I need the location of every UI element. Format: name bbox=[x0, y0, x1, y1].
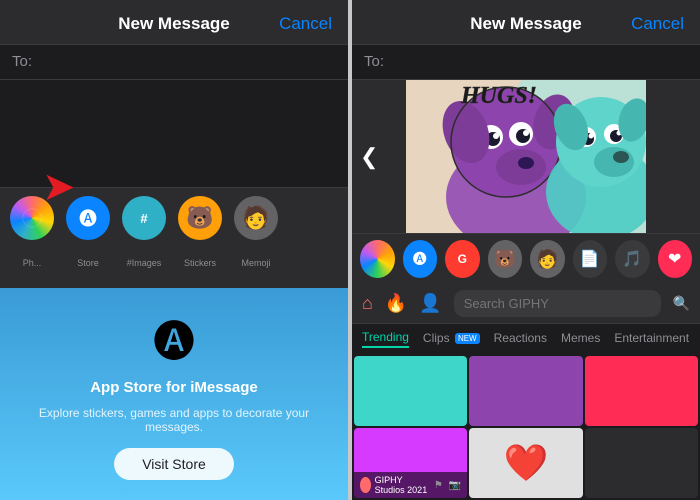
heart-symbol: ❤ bbox=[668, 249, 681, 269]
left-cancel-button[interactable]: Cancel bbox=[279, 14, 332, 34]
giphy-panel: ⌂ 🔥 👤 🔍 Trending Clips NEW Reactions Mem… bbox=[352, 284, 700, 500]
file-icon-right[interactable]: 📄 bbox=[573, 240, 608, 278]
giphy-nav: ⌂ 🔥 👤 🔍 bbox=[352, 284, 700, 324]
giphy-studio-label: GIPHY Studios 2021 ⚑ 📷 bbox=[354, 472, 467, 498]
to-label-right: To: bbox=[364, 53, 384, 70]
stickers-symbol-right: 🐻 bbox=[494, 249, 516, 270]
heart-3d-icon: ❤️ bbox=[504, 442, 549, 484]
store-icon-right[interactable]: 🅐 bbox=[403, 240, 438, 278]
app-icon-memoji-wrapper: 🧑 Memoji bbox=[234, 196, 278, 268]
to-field-right[interactable]: To: bbox=[352, 45, 700, 80]
home-icon[interactable]: ⌂ bbox=[362, 293, 373, 314]
app-icon-images-wrapper: # #Images bbox=[122, 196, 166, 268]
store-label: Store bbox=[77, 258, 99, 268]
memoji-symbol-right: 🧑 bbox=[536, 249, 558, 270]
stickers-icon-button[interactable]: 🐻 bbox=[178, 196, 222, 240]
gif-grid: GIPHY Studios 2021 ⚑ 📷 ❤️ bbox=[352, 354, 700, 500]
giphy-search-input[interactable] bbox=[464, 296, 651, 311]
photos-label: Ph... bbox=[23, 258, 42, 268]
trending-icon[interactable]: 🔥 bbox=[385, 293, 407, 314]
svg-text:HUGS!: HUGS! bbox=[460, 83, 537, 109]
app-icon-photos-wrapper: Ph... bbox=[10, 196, 54, 268]
right-title: New Message bbox=[470, 14, 582, 34]
tab-trending[interactable]: Trending bbox=[362, 330, 409, 348]
file-symbol: 📄 bbox=[580, 249, 600, 269]
photos-icon-button[interactable] bbox=[10, 196, 54, 240]
store-popup-title: App Store for iMessage bbox=[90, 379, 258, 396]
images-symbol: # bbox=[140, 211, 147, 226]
memoji-icon-right[interactable]: 🧑 bbox=[530, 240, 565, 278]
stickers-icon-right[interactable]: 🐻 bbox=[488, 240, 523, 278]
music-symbol: 🎵 bbox=[622, 249, 642, 269]
gif-cell-6[interactable] bbox=[585, 428, 698, 498]
store-symbol-right: 🅐 bbox=[413, 249, 427, 269]
camera-icon[interactable]: 📷 bbox=[449, 480, 461, 491]
svg-text:SENDING: SENDING bbox=[451, 80, 560, 81]
studio-avatar bbox=[360, 477, 371, 493]
heart-icon-right[interactable]: ❤ bbox=[658, 240, 693, 278]
images-icon-button[interactable]: # bbox=[122, 196, 166, 240]
flag-icon[interactable]: ⚑ bbox=[434, 480, 443, 491]
giphy-symbol: G bbox=[458, 252, 467, 266]
memoji-icon-button[interactable]: 🧑 bbox=[234, 196, 278, 240]
gif-card: ✕ bbox=[406, 80, 646, 233]
right-header: New Message Cancel bbox=[352, 0, 700, 45]
giphy-tabs: Trending Clips NEW Reactions Memes Enter… bbox=[352, 324, 700, 354]
tab-reactions[interactable]: Reactions bbox=[494, 331, 547, 347]
gif-preview-area: ❮ ✕ bbox=[352, 80, 700, 233]
search-icon[interactable]: 🔍 bbox=[673, 295, 690, 312]
app-bar-container: ➤ Ph... 🅐 Store bbox=[0, 187, 348, 500]
giphy-search-bar[interactable] bbox=[454, 290, 661, 317]
app-icon-stickers-wrapper: 🐻 Stickers bbox=[178, 196, 222, 268]
photos-svg bbox=[21, 207, 43, 229]
gif-cell-5[interactable]: ❤️ bbox=[469, 428, 582, 498]
left-title: New Message bbox=[118, 14, 230, 34]
clips-badge: NEW bbox=[455, 333, 480, 344]
gif-cell-3[interactable] bbox=[585, 356, 698, 426]
studio-text: GIPHY Studios 2021 bbox=[375, 475, 430, 495]
gif-cell-4[interactable]: GIPHY Studios 2021 ⚑ 📷 bbox=[354, 428, 467, 498]
to-field-left[interactable]: To: bbox=[0, 45, 348, 80]
stickers-label: Stickers bbox=[184, 258, 216, 268]
store-popup-icon: 🅐 bbox=[153, 308, 195, 369]
music-icon-right[interactable]: 🎵 bbox=[615, 240, 650, 278]
app-bar-left: Ph... 🅐 Store # #Images 🐻 bbox=[0, 187, 348, 288]
chevron-left-icon[interactable]: ❮ bbox=[360, 144, 378, 170]
app-icon-store-wrapper: 🅐 Store bbox=[66, 196, 110, 268]
memoji-symbol: 🧑 bbox=[242, 205, 269, 231]
right-panel: New Message Cancel To: ❮ ✕ bbox=[352, 0, 700, 500]
app-icons-row-right: 🅐 G 🐻 🧑 📄 🎵 ❤ bbox=[352, 233, 700, 284]
tab-clips[interactable]: Clips NEW bbox=[423, 331, 480, 347]
left-panel: New Message Cancel To: ➤ Ph... bbox=[0, 0, 348, 500]
store-symbol: 🅐 bbox=[79, 205, 97, 231]
visit-store-button[interactable]: Visit Store bbox=[114, 448, 234, 480]
gif-cell-1[interactable] bbox=[354, 356, 467, 426]
store-icon-button[interactable]: 🅐 bbox=[66, 196, 110, 240]
giphy-icon-right[interactable]: G bbox=[445, 240, 480, 278]
stickers-symbol: 🐻 bbox=[186, 205, 213, 231]
user-icon[interactable]: 👤 bbox=[419, 293, 441, 314]
dog-illustration: SENDING HUGS! bbox=[406, 80, 646, 233]
right-cancel-button[interactable]: Cancel bbox=[631, 14, 684, 34]
tab-memes[interactable]: Memes bbox=[561, 331, 600, 347]
memoji-label: Memoji bbox=[241, 258, 270, 268]
store-popup-subtitle: Explore stickers, games and apps to deco… bbox=[20, 406, 328, 434]
to-label-left: To: bbox=[12, 53, 32, 70]
studio-actions: ⚑ 📷 bbox=[434, 480, 461, 491]
store-popup: 🅐 App Store for iMessage Explore sticker… bbox=[0, 288, 348, 500]
images-label: #Images bbox=[127, 258, 162, 268]
message-area-left[interactable] bbox=[0, 80, 348, 187]
left-header: New Message Cancel bbox=[0, 0, 348, 45]
gif-cell-2[interactable] bbox=[469, 356, 582, 426]
tab-entertainment[interactable]: Entertainment bbox=[614, 331, 689, 347]
photos-icon-right[interactable] bbox=[360, 240, 395, 278]
